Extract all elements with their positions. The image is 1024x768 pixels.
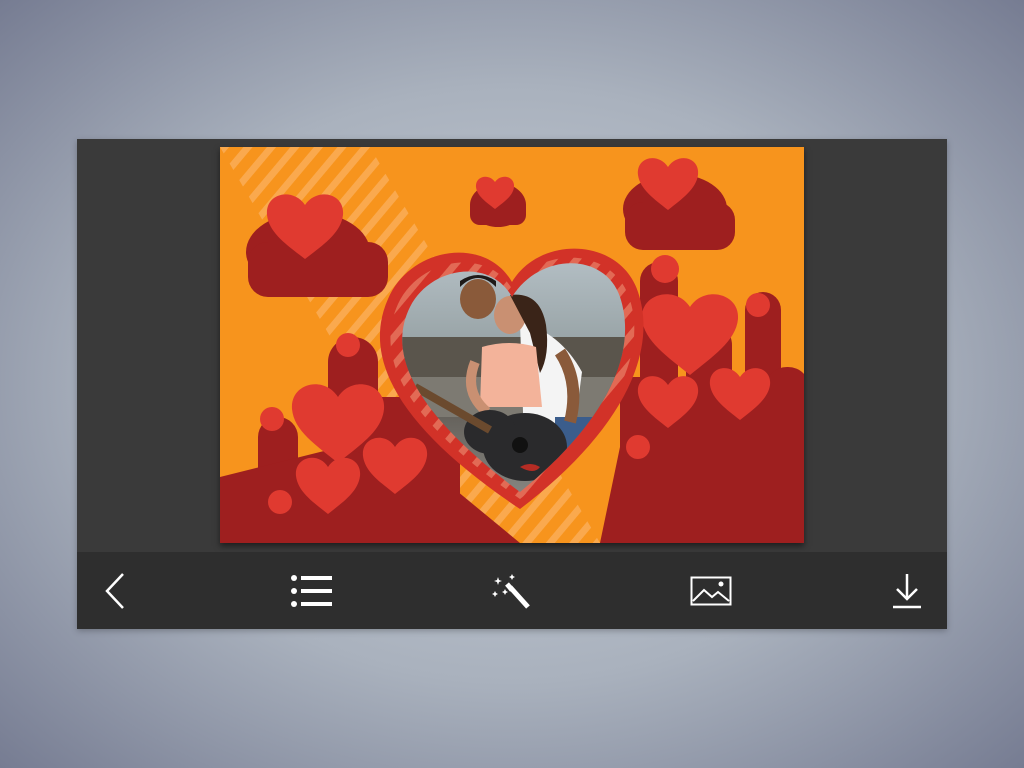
list-icon [290, 574, 332, 607]
gallery-button[interactable] [672, 552, 749, 629]
image-gallery-icon [690, 576, 731, 605]
frames-list-button[interactable] [273, 552, 350, 629]
frame-artwork [220, 147, 804, 543]
back-button[interactable] [77, 552, 154, 629]
magic-wand-icon [491, 573, 530, 609]
bottom-toolbar [77, 552, 947, 629]
effects-button[interactable] [473, 552, 550, 629]
download-icon [892, 573, 921, 608]
download-button[interactable] [868, 552, 945, 629]
photo-frame-editor [77, 139, 947, 629]
back-chevron-icon [104, 572, 124, 609]
frame-canvas [220, 147, 804, 543]
